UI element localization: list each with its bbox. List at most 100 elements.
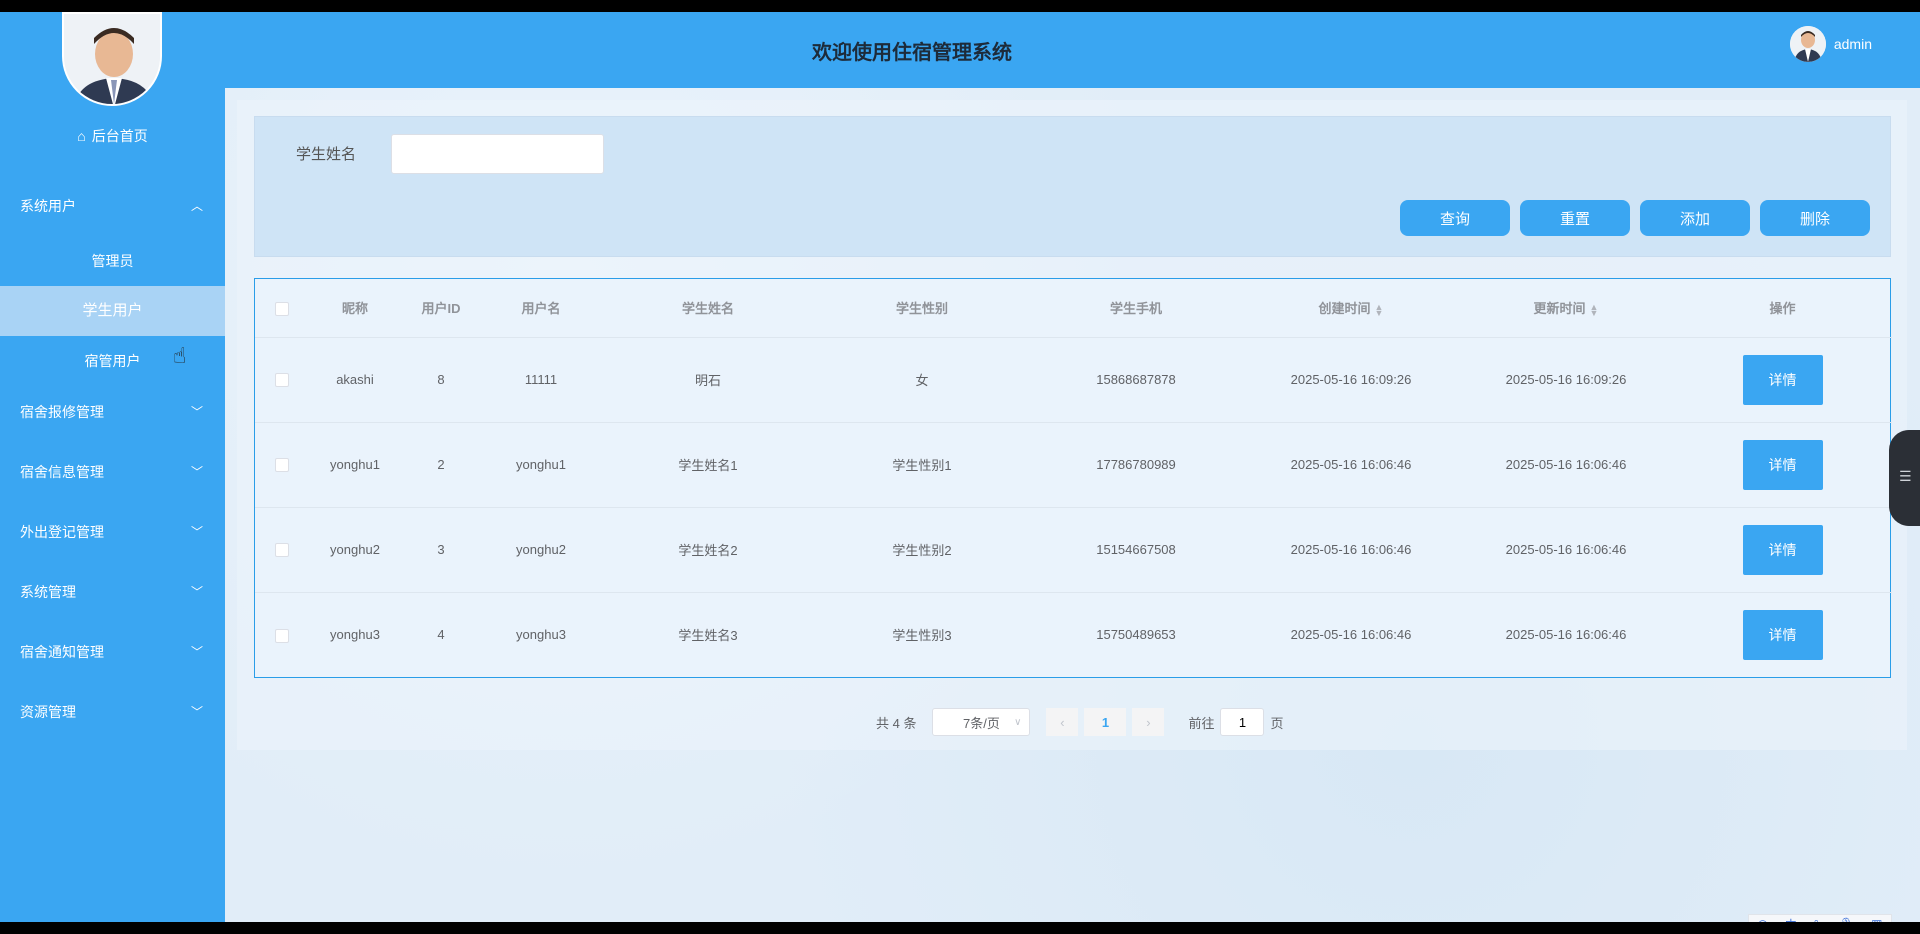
cell-username: 11111 bbox=[481, 337, 601, 423]
chevron-up-icon: ︿ bbox=[190, 199, 203, 213]
search-label: 学生姓名 bbox=[296, 146, 357, 163]
row-select-cell[interactable] bbox=[255, 422, 309, 508]
chevron-down-icon: ﹀ bbox=[190, 645, 203, 659]
menu-dorm-repair[interactable]: 宿舍报修管理 ﹀ bbox=[0, 392, 225, 432]
menu-label: 外出登记管理 bbox=[20, 524, 104, 540]
menu-label: 系统用户 bbox=[20, 198, 76, 214]
user-menu[interactable]: admin bbox=[1789, 26, 1872, 62]
chevron-down-icon: ﹀ bbox=[190, 465, 203, 479]
menu-system-users[interactable]: 系统用户 ︿ bbox=[0, 186, 225, 226]
column-header: 学生性别 bbox=[815, 279, 1029, 338]
ime-punct-icon[interactable]: °, bbox=[1814, 917, 1822, 922]
menu-dorm-notice[interactable]: 宿舍通知管理 ﹀ bbox=[0, 632, 225, 672]
reset-button[interactable]: 重置 bbox=[1520, 200, 1630, 236]
cell-username: yonghu1 bbox=[481, 422, 601, 508]
microphone-icon[interactable]: 🎙 bbox=[1839, 917, 1854, 922]
detail-button[interactable]: 详情 bbox=[1742, 354, 1823, 405]
prev-page-button[interactable]: ‹ bbox=[1046, 708, 1079, 736]
row-checkbox[interactable] bbox=[275, 373, 289, 388]
column-header: 操作 bbox=[1673, 279, 1892, 338]
column-header: 昵称 bbox=[309, 279, 401, 338]
goto-page-input[interactable] bbox=[1220, 708, 1265, 736]
menu-label: 系统管理 bbox=[20, 584, 76, 600]
detail-button[interactable]: 详情 bbox=[1742, 439, 1823, 490]
page-size-value: 7条/页 bbox=[963, 715, 1000, 731]
sort-icon[interactable]: ▲ ▼ bbox=[1375, 302, 1384, 317]
page-size-select[interactable]: 7条/页 ∨ bbox=[932, 708, 1031, 736]
cell-student-phone: 15868687878 bbox=[1029, 337, 1243, 423]
detail-button[interactable]: 详情 bbox=[1742, 524, 1823, 575]
cell-student-phone: 17786780989 bbox=[1029, 422, 1243, 508]
cell-created-time: 2025-05-16 16:06:46 bbox=[1243, 507, 1459, 593]
table-row: yonghu3 4 yonghu3 学生姓名3 学生性别3 1575048965… bbox=[255, 592, 1892, 677]
home-icon: ⌂ bbox=[77, 128, 86, 144]
menu-label: 宿舍信息管理 bbox=[20, 464, 104, 480]
cell-nickname: yonghu2 bbox=[309, 507, 401, 593]
sidebar-item-student-users[interactable]: 学生用户 bbox=[0, 286, 225, 336]
sidebar-item-admin[interactable]: 管理员 bbox=[0, 236, 225, 286]
table-row: yonghu2 3 yonghu2 学生姓名2 学生性别2 1515466750… bbox=[255, 507, 1892, 593]
chevron-down-icon: ﹀ bbox=[190, 705, 203, 719]
cell-user-id: 3 bbox=[401, 507, 481, 593]
query-button[interactable]: 查询 bbox=[1400, 200, 1510, 236]
cell-username: yonghu3 bbox=[516, 627, 566, 643]
chevron-down-icon: ﹀ bbox=[190, 405, 203, 419]
cell-user-id: 8 bbox=[401, 337, 481, 423]
delete-button[interactable]: 删除 bbox=[1760, 200, 1870, 236]
cell-student-gender: 女 bbox=[815, 337, 1029, 423]
floating-side-tab[interactable]: ☰ bbox=[1889, 430, 1920, 526]
menu-label: 宿舍报修管理 bbox=[20, 404, 104, 420]
detail-button[interactable]: 详情 bbox=[1742, 609, 1823, 660]
list-icon: ☰ bbox=[1899, 468, 1912, 484]
menu-system-management[interactable]: 系统管理 ﹀ bbox=[0, 572, 225, 612]
cell-updated-time: 2025-05-16 16:06:46 bbox=[1459, 507, 1673, 593]
column-header-updated-sortable[interactable]: 更新时间 ▲ ▼ bbox=[1459, 279, 1673, 338]
cell-updated-time: 2025-05-16 16:09:26 bbox=[1459, 337, 1673, 423]
row-select-cell[interactable] bbox=[255, 337, 309, 423]
column-header-created-sortable[interactable]: 创建时间 ▲ ▼ bbox=[1243, 279, 1459, 338]
next-page-button[interactable]: › bbox=[1132, 708, 1165, 736]
cell-student-phone: 15154667508 bbox=[1029, 507, 1243, 593]
page-number-current[interactable]: 1 bbox=[1084, 708, 1127, 736]
sort-icon[interactable]: ▲ ▼ bbox=[1590, 302, 1599, 317]
row-select-cell[interactable] bbox=[255, 592, 309, 677]
select-all-cell[interactable] bbox=[255, 279, 309, 338]
menu-label: 宿舍通知管理 bbox=[20, 644, 104, 660]
cell-nickname: yonghu1 bbox=[309, 422, 401, 508]
chevron-left-icon: ‹ bbox=[1060, 714, 1065, 730]
cell-user-id: 4 bbox=[437, 627, 445, 643]
ime-logo-icon[interactable]: ◎ bbox=[1757, 917, 1767, 922]
row-checkbox[interactable] bbox=[275, 628, 289, 643]
row-checkbox[interactable] bbox=[275, 458, 289, 473]
row-checkbox[interactable] bbox=[275, 543, 289, 558]
cell-student-gender: 学生性别1 bbox=[815, 422, 1029, 508]
pagination-total: 共 4 条 bbox=[876, 715, 917, 731]
column-header: 学生姓名 bbox=[601, 279, 815, 338]
add-button[interactable]: 添加 bbox=[1640, 200, 1750, 236]
cell-student-phone: 15750489653 bbox=[1096, 627, 1176, 643]
row-select-cell[interactable] bbox=[255, 507, 309, 593]
select-all-checkbox[interactable] bbox=[275, 301, 289, 316]
cell-created-time: 2025-05-16 16:09:26 bbox=[1243, 337, 1459, 423]
cell-actions: 详情 bbox=[1673, 507, 1892, 593]
menu-outing-register[interactable]: 外出登记管理 ﹀ bbox=[0, 512, 225, 552]
student-name-input[interactable] bbox=[391, 134, 604, 174]
cell-updated-time: 2025-05-16 16:06:46 bbox=[1459, 422, 1673, 508]
cell-student-name: 学生姓名3 bbox=[678, 628, 738, 644]
menu-resource-management[interactable]: 资源管理 ﹀ bbox=[0, 692, 225, 732]
menu-dorm-info[interactable]: 宿舍信息管理 ﹀ bbox=[0, 452, 225, 492]
table-row: akashi 8 11111 明石 女 15868687878 2025-05-… bbox=[255, 337, 1892, 423]
cell-username: yonghu2 bbox=[481, 507, 601, 593]
grid-icon[interactable]: ▦ bbox=[1871, 917, 1882, 922]
cell-student-gender: 学生性别2 bbox=[815, 507, 1029, 593]
goto-suffix: 页 bbox=[1270, 715, 1284, 731]
ime-lang-toggle[interactable]: 中 bbox=[1785, 916, 1797, 923]
top-header: 欢迎使用住宿管理系统 admin bbox=[225, 12, 1920, 88]
sidebar-item-label: 学生用户 bbox=[82, 302, 143, 319]
cell-created-time: 2025-05-16 16:06:46 bbox=[1290, 627, 1412, 643]
sidebar-home[interactable]: ⌂ 后台首页 bbox=[0, 126, 225, 146]
column-header: 用户名 bbox=[481, 279, 601, 338]
column-header: 用户ID bbox=[401, 279, 481, 338]
sidebar-item-dorm-manager-users[interactable]: 宿管用户 bbox=[0, 336, 225, 386]
cell-actions: 详情 bbox=[1673, 337, 1892, 423]
